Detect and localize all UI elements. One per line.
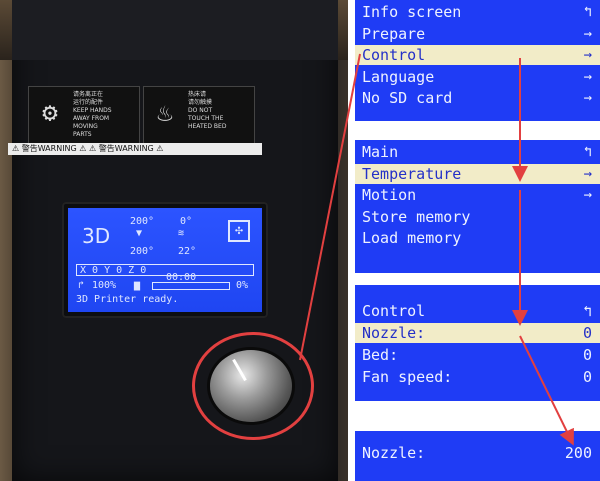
hot-surface-icon: ♨: [157, 98, 173, 128]
menu-item-label: Control: [362, 302, 426, 320]
menu-item-language[interactable]: Language →: [355, 67, 600, 87]
menu-item-label: Store memory: [362, 207, 471, 226]
lcd-status-screen: 3D 200° ▼ 200° 0° ≋ 22° ✣ X 0 Y 0 Z 0 ↱ …: [68, 208, 262, 312]
menu-item-info-screen[interactable]: Info screen ↰: [355, 2, 600, 22]
menu-screen-temperature: Control ↰ Nozzle: 0 Bed: 0 Fan speed: 0: [355, 285, 600, 401]
menu-item-value: 0: [582, 324, 592, 342]
menu-item-label: Bed:: [362, 346, 399, 364]
heated-bed-icon: ≋: [178, 228, 185, 239]
menu-item-label: Control: [362, 46, 426, 64]
menu-item-no-sd-card[interactable]: No SD card →: [355, 88, 600, 108]
menu-item-control[interactable]: Control →: [355, 45, 600, 65]
menu-item-label: Prepare: [362, 24, 426, 43]
menu-item-temperature[interactable]: Temperature →: [355, 163, 600, 184]
nozzle-current: 200°: [130, 246, 155, 257]
submenu-arrow-icon: →: [583, 165, 592, 182]
menu-item-fan-speed[interactable]: Fan speed: 0: [355, 367, 600, 387]
progress-percent: 0%: [236, 280, 249, 291]
submenu-arrow-icon: →: [583, 187, 592, 203]
menu-item-label: Info screen: [362, 3, 462, 21]
menu-item-label: Load memory: [362, 229, 462, 247]
gear-hand-icon: ⚙: [42, 98, 58, 128]
menu-item-value: 0: [582, 346, 592, 364]
nozzle-icon: ▼: [136, 228, 143, 239]
warning-label-bed: ♨ 热床请 请勿触摸 DO NOT TOUCH THE HEATED BED: [143, 86, 255, 144]
sd-card-icon: ▆: [134, 280, 141, 291]
feedrate: 100%: [92, 280, 117, 291]
nozzle-target: 200°: [130, 216, 155, 227]
menu-item-load-memory[interactable]: Load memory: [355, 228, 600, 248]
printer-case-top: [12, 0, 338, 60]
menu-screen-main: Info screen ↰ Prepare → Control → Language → No …: [355, 0, 600, 121]
warning-text-bed: 热床请 请勿触摸 DO NOT TOUCH THE HEATED BED: [188, 91, 227, 130]
bed-target: 0°: [180, 216, 193, 227]
submenu-arrow-icon: →: [583, 25, 592, 42]
progress-bar: [152, 282, 230, 290]
nozzle-edit-value: 200: [564, 444, 592, 462]
menu-item-control[interactable]: Control ↰: [355, 301, 600, 321]
printer-photo: ⚙ 请务离正在 运行的配件 KEEP HANDS AWAY FROM MOVIN…: [0, 0, 348, 481]
menu-item-label: Language: [362, 67, 435, 86]
menu-item-store-memory[interactable]: Store memory: [355, 207, 600, 227]
menu-item-label: Motion: [362, 186, 417, 204]
menu-item-label: Fan speed:: [362, 368, 453, 386]
feedrate-icon: ↱: [78, 280, 85, 291]
menu-item-label: No SD card: [362, 89, 453, 107]
warning-strip: ⚠ 警告WARNING ⚠ ⚠ 警告WARNING ⚠: [8, 143, 262, 155]
lcd-xyz: X 0 Y 0 Z 0: [76, 264, 254, 276]
menu-item-label: Nozzle:: [362, 324, 426, 342]
warning-label-hands: ⚙ 请务离正在 运行的配件 KEEP HANDS AWAY FROM MOVIN…: [28, 86, 140, 144]
lcd-mode: 3D: [82, 224, 111, 248]
submenu-arrow-icon: ↰: [583, 4, 592, 20]
submenu-arrow-icon: →: [583, 68, 592, 85]
menu-item-bed[interactable]: Bed: 0: [355, 345, 600, 365]
menu-screen-control: Main ↰ Temperature → Motion → Store memory Load…: [355, 140, 600, 273]
fan-icon: ✣: [228, 220, 250, 242]
submenu-arrow-icon: →: [583, 90, 592, 106]
menu-item-nozzle[interactable]: Nozzle: 0: [355, 323, 600, 343]
menu-screen-nozzle-edit: Nozzle: 200: [355, 431, 600, 481]
menu-item-label: Temperature: [362, 164, 462, 183]
submenu-arrow-icon: →: [583, 47, 592, 63]
menu-item-value: 0: [582, 368, 592, 386]
menu-item-value: ↰: [582, 302, 592, 320]
nozzle-edit-label: Nozzle:: [362, 444, 426, 462]
knob-highlight-circle: [192, 332, 314, 440]
menu-item-motion[interactable]: Motion →: [355, 185, 600, 205]
lcd-status-message: 3D Printer ready.: [76, 294, 179, 305]
menu-item-label: Main: [362, 143, 399, 161]
submenu-arrow-icon: ↰: [583, 144, 592, 160]
bed-current: 22°: [178, 246, 197, 257]
menu-item-prepare[interactable]: Prepare →: [355, 24, 600, 44]
menu-item-main[interactable]: Main ↰: [355, 142, 600, 162]
warning-text-hands: 请务离正在 运行的配件 KEEP HANDS AWAY FROM MOVING …: [73, 91, 112, 138]
nozzle-edit-row[interactable]: Nozzle: 200: [355, 443, 600, 463]
